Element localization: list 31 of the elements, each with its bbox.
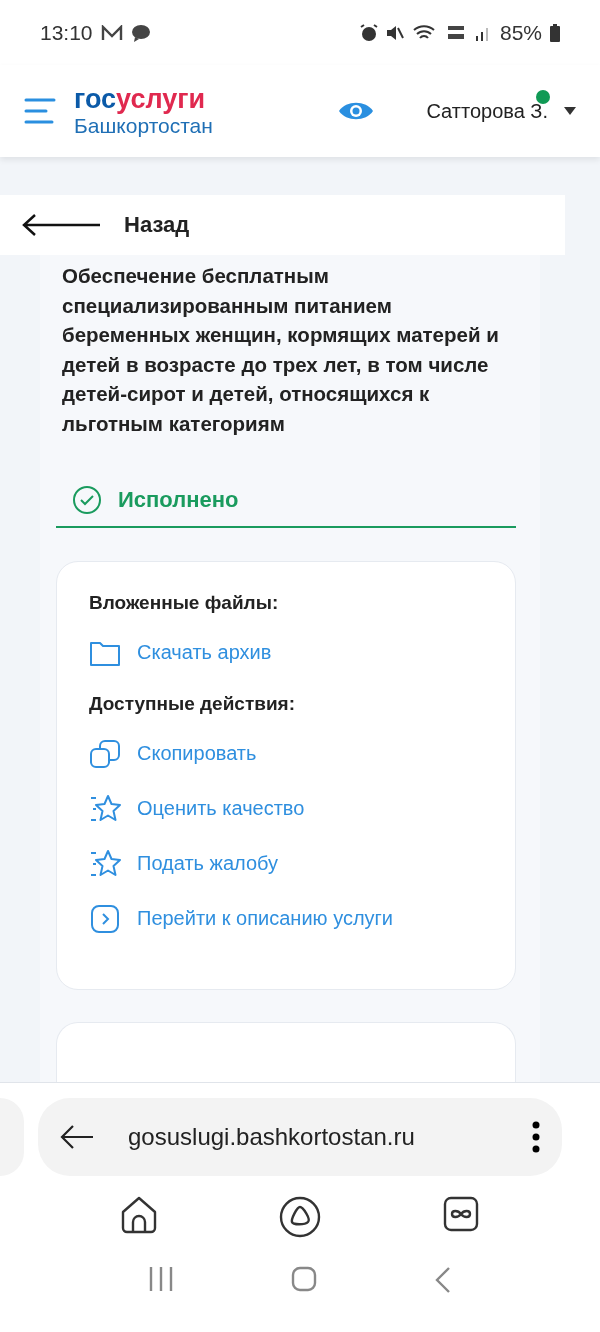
copy-icon [89, 737, 121, 770]
action-link[interactable]: Подать жалобу [89, 847, 279, 880]
assistant-button[interactable] [279, 1196, 321, 1238]
service-title: Обеспечение бесплатным специализированным питанием беременных женщин, кормящих матерей и детей в возрасте до трех лет, в том числе детей-сирот и детей, относящихся к льготным категориям [61, 263, 500, 437]
back-button[interactable]: Назад [22, 212, 190, 238]
mute-icon [385, 23, 404, 42]
mail-icon [100, 24, 123, 41]
clock: 13:10 [40, 20, 93, 45]
battery-level: 85% [499, 20, 542, 45]
arrow-left-icon [22, 213, 102, 237]
alarm-icon [359, 23, 378, 42]
chevron-icon [89, 902, 121, 935]
logo[interactable]: госуслуги Башкортостан [74, 86, 213, 136]
caret-icon [564, 107, 576, 115]
user-menu[interactable]: Сатторова З. [426, 99, 576, 123]
status-label: Исполнено [118, 487, 239, 513]
battery-icon [550, 23, 560, 42]
action-link[interactable]: Оценить качество [89, 792, 305, 825]
action-link[interactable]: Перейти к описанию услуги [89, 902, 394, 935]
chat-icon [130, 23, 151, 42]
more-icon [532, 1121, 540, 1153]
action-link[interactable]: Скопировать [89, 737, 257, 770]
section-heading: Доступные действия: [89, 693, 296, 715]
address-bar[interactable]: gosuslugi.bashkortostan.ru [38, 1098, 562, 1176]
recent-apps-button[interactable] [149, 1266, 173, 1294]
back-arrow-icon [60, 1124, 94, 1150]
menu-button[interactable] [24, 97, 56, 125]
back-nav-button[interactable] [435, 1266, 451, 1294]
home-nav-button[interactable] [291, 1266, 317, 1294]
download-link[interactable]: Скачать архив [89, 636, 272, 669]
section-heading: Вложенные файлы: [89, 592, 280, 614]
